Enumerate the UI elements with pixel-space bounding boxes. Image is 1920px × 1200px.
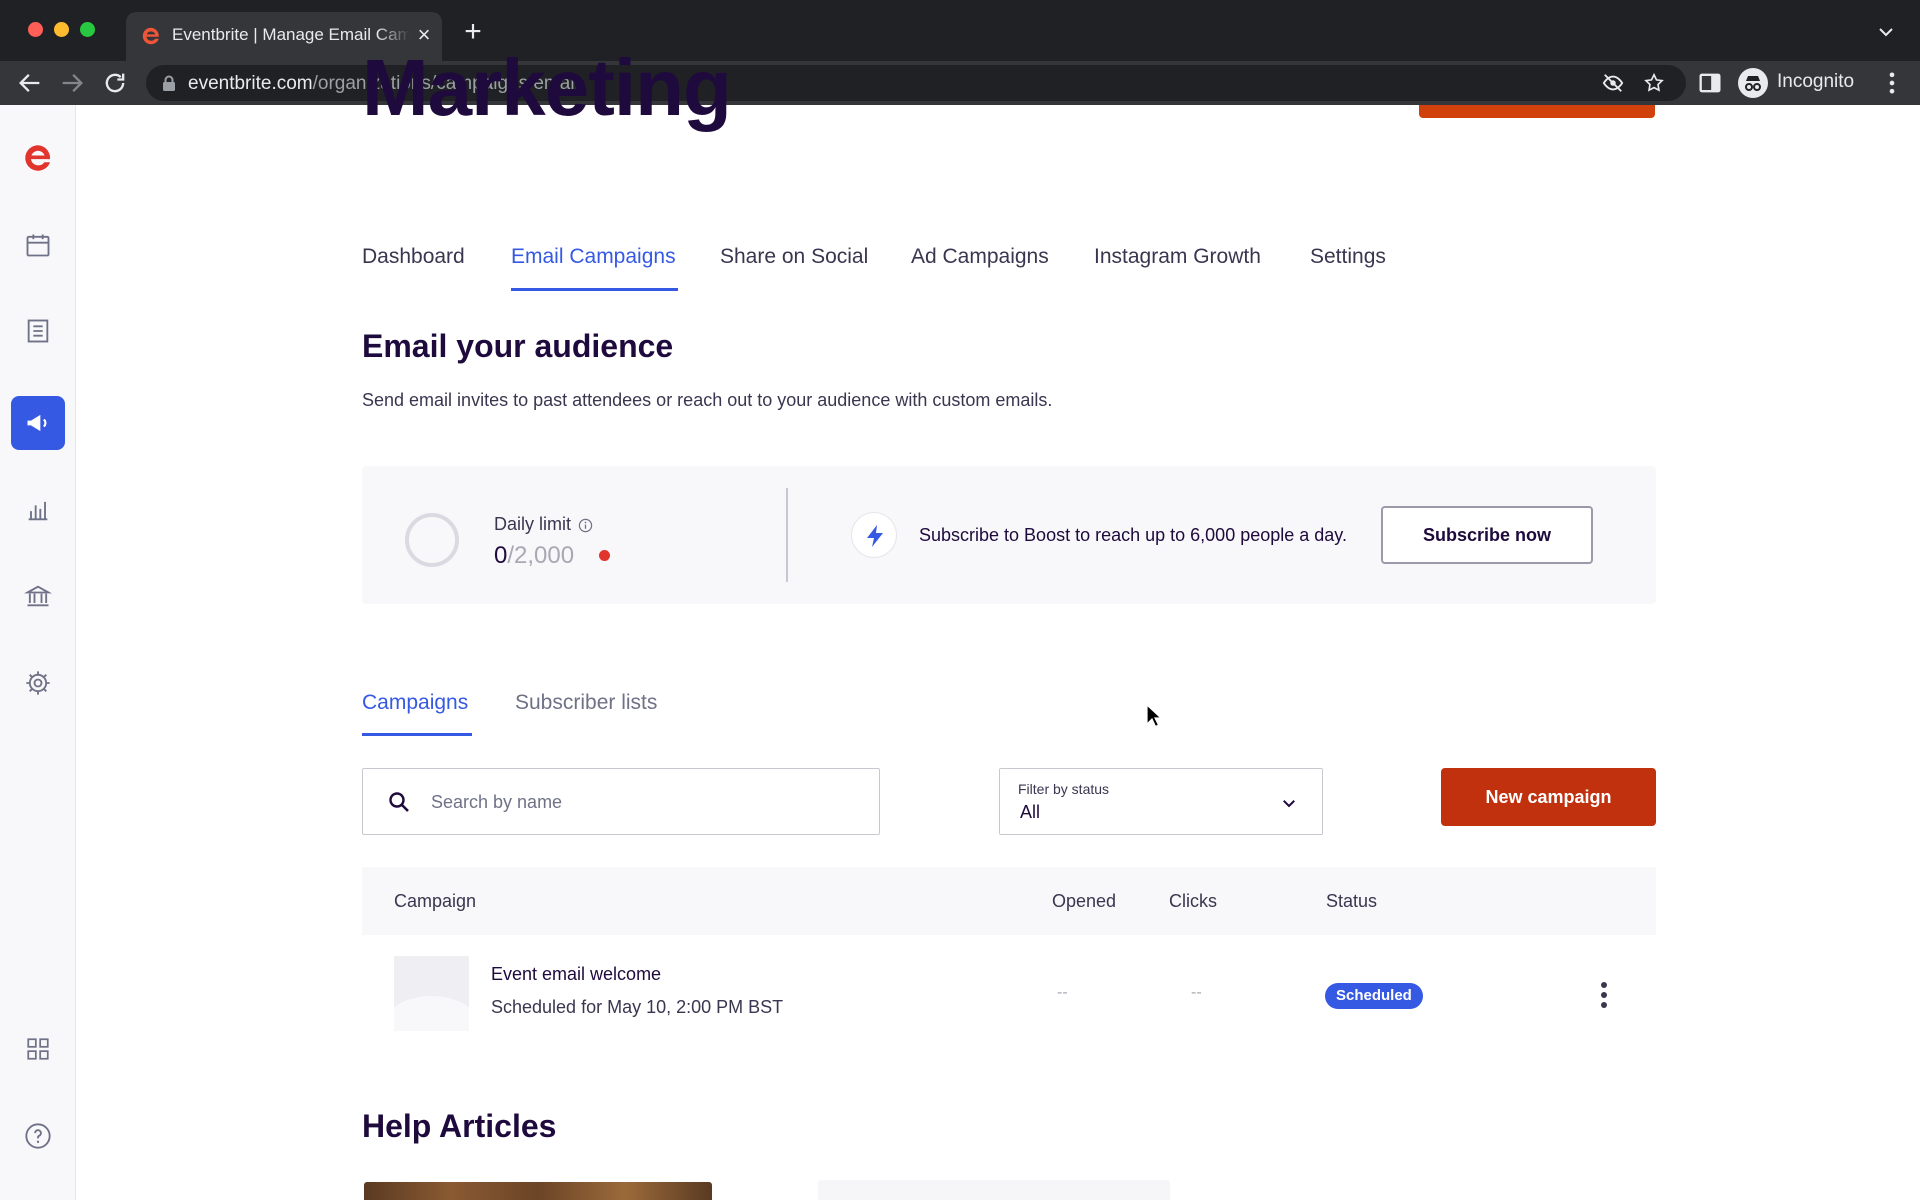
orders-list-icon[interactable] (11, 304, 65, 358)
search-icon (389, 792, 409, 812)
tab-share-on-social[interactable]: Share on Social (720, 245, 868, 269)
campaign-name[interactable]: Event email welcome (491, 964, 661, 985)
tab-ad-campaigns[interactable]: Ad Campaigns (911, 245, 1049, 269)
column-header-clicks[interactable]: Clicks (1169, 891, 1217, 912)
tab-email-campaigns[interactable]: Email Campaigns (511, 245, 676, 269)
top-action-button[interactable] (1419, 105, 1655, 118)
subtab-campaigns[interactable]: Campaigns (362, 691, 468, 715)
help-article-card[interactable] (364, 1182, 712, 1200)
card-divider (786, 488, 788, 582)
active-tab-indicator (511, 288, 678, 291)
subtab-subscriber-lists[interactable]: Subscriber lists (515, 691, 657, 715)
zoom-window-button[interactable] (80, 22, 95, 37)
close-window-button[interactable] (28, 22, 43, 37)
campaign-clicks: -- (1191, 984, 1202, 1001)
profile-label[interactable]: Incognito (1777, 71, 1854, 93)
campaigns-table-header: Campaign Opened Clicks Status (362, 867, 1656, 935)
campaign-schedule: Scheduled for May 10, 2:00 PM BST (491, 997, 784, 1017)
apps-grid-icon[interactable] (11, 1022, 65, 1076)
forward-arrow-icon[interactable] (58, 69, 86, 97)
search-input[interactable] (431, 785, 851, 819)
campaign-opened: -- (1057, 984, 1068, 1001)
bookmark-star-icon[interactable] (1643, 72, 1665, 94)
tab-instagram-growth[interactable]: Instagram Growth (1094, 245, 1261, 269)
megaphone-icon[interactable] (11, 396, 65, 450)
eventbrite-favicon-icon (142, 27, 159, 45)
page-title: Marketing (362, 43, 732, 132)
filter-value: All (1020, 802, 1041, 822)
daily-limit-label: Daily limit (494, 514, 572, 534)
browser-title-bar: Eventbrite | Manage Email Campaigns × + (0, 0, 1920, 61)
new-campaign-button[interactable]: New campaign (1441, 768, 1656, 826)
tab-settings[interactable]: Settings (1310, 245, 1386, 269)
daily-limit-card: Daily limit 0/2,000 Subscribe to Boost t… (362, 466, 1656, 604)
column-header-opened[interactable]: Opened (1052, 891, 1116, 912)
finance-bank-icon[interactable] (11, 569, 65, 623)
daily-limit-value: 0/2,000 (494, 542, 575, 569)
filter-label: Filter by status (1018, 781, 1110, 797)
table-row[interactable]: Event email welcome Scheduled for May 10… (362, 940, 1656, 1050)
help-articles-title: Help Articles (362, 1108, 557, 1144)
lock-icon (163, 75, 175, 91)
help-icon[interactable] (11, 1109, 65, 1163)
eye-slash-icon[interactable] (1602, 72, 1624, 94)
limit-status-dot (599, 550, 610, 561)
status-filter-select[interactable]: Filter by status All (999, 768, 1323, 835)
app-sidebar (0, 105, 76, 1200)
reports-chart-icon[interactable] (11, 483, 65, 537)
help-article-card[interactable] (818, 1180, 1170, 1200)
column-header-status[interactable]: Status (1326, 891, 1377, 912)
daily-limit-progress-ring (405, 513, 459, 567)
eventbrite-logo-icon[interactable] (11, 131, 65, 185)
chevron-down-icon (1283, 800, 1295, 808)
row-more-options-icon[interactable] (1592, 977, 1616, 1013)
back-arrow-icon[interactable] (16, 69, 44, 97)
status-badge: Scheduled (1325, 983, 1423, 1009)
campaign-search (362, 768, 880, 835)
browser-menu-icon[interactable] (1878, 69, 1906, 97)
settings-gear-icon[interactable] (11, 656, 65, 710)
active-subtab-indicator (362, 733, 472, 736)
tab-dashboard[interactable]: Dashboard (362, 245, 465, 269)
boost-bolt-icon (851, 512, 897, 558)
subscribe-now-button[interactable]: Subscribe now (1381, 506, 1593, 564)
reload-icon[interactable] (101, 69, 129, 97)
email-section-title: Email your audience (362, 328, 674, 364)
browser-toolbar: eventbrite.com/organizations/campaigns/e… (0, 61, 1920, 105)
side-panel-icon[interactable] (1696, 69, 1724, 97)
boost-promo-text: Subscribe to Boost to reach up to 6,000 … (919, 525, 1347, 545)
minimize-window-button[interactable] (54, 22, 69, 37)
info-icon[interactable] (578, 518, 593, 533)
tab-search-chevron-icon[interactable] (1874, 20, 1898, 44)
column-header-campaign[interactable]: Campaign (394, 891, 476, 912)
campaign-thumbnail (394, 956, 469, 1031)
calendar-icon[interactable] (11, 218, 65, 272)
incognito-icon[interactable] (1738, 68, 1768, 98)
mouse-cursor-icon (1146, 704, 1162, 728)
email-section-description: Send email invites to past attendees or … (362, 390, 1053, 410)
